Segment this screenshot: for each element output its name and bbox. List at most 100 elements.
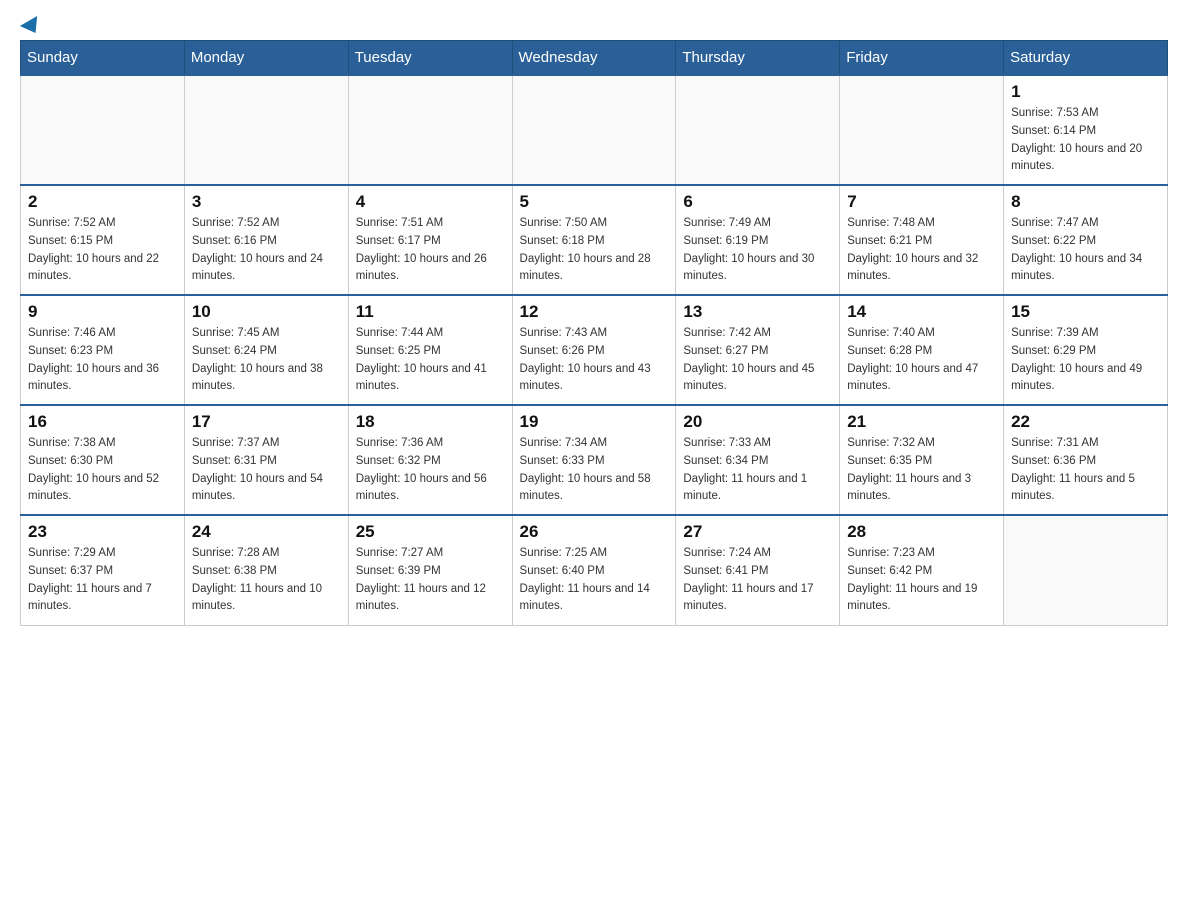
day-number: 28 [847,522,996,542]
day-info: Sunrise: 7:27 AM Sunset: 6:39 PM Dayligh… [356,545,505,616]
calendar-cell [184,75,348,185]
day-number: 7 [847,192,996,212]
calendar-cell [21,75,185,185]
calendar-week-1: 1 Sunrise: 7:53 AM Sunset: 6:14 PM Daylig… [21,75,1168,185]
calendar-cell: 6 Sunrise: 7:49 AM Sunset: 6:19 PM Daylig… [676,185,840,295]
day-number: 14 [847,302,996,322]
calendar-week-4: 16Sunrise: 7:38 AM Sunset: 6:30 PM Dayli… [21,405,1168,515]
calendar-table: SundayMondayTuesdayWednesdayThursdayFrid… [20,40,1168,626]
calendar-cell: 19 Sunrise: 7:34 AM Sunset: 6:33 PM Dayli… [512,405,676,515]
logo [20,20,44,30]
calendar-cell: 17 Sunrise: 7:37 AM Sunset: 6:31 PM Dayli… [184,405,348,515]
day-info: Sunrise: 7:23 AM Sunset: 6:42 PM Dayligh… [847,545,996,616]
day-info: Sunrise: 7:32 AM Sunset: 6:35 PM Dayligh… [847,435,996,506]
day-number: 22 [1011,412,1160,432]
day-info: Sunrise: 7:50 AM Sunset: 6:18 PM Dayligh… [520,215,669,286]
day-number: 11 [356,302,505,322]
calendar-cell: 14 Sunrise: 7:40 AM Sunset: 6:28 PM Dayli… [840,295,1004,405]
day-number: 3 [192,192,341,212]
calendar-cell: 12 Sunrise: 7:43 AM Sunset: 6:26 PM Dayli… [512,295,676,405]
day-number: 9 [28,302,177,322]
calendar-cell: 9 Sunrise: 7:46 AM Sunset: 6:23 PM Daylig… [21,295,185,405]
calendar-cell: 18 Sunrise: 7:36 AM Sunset: 6:32 PM Dayli… [348,405,512,515]
calendar-cell: 8 Sunrise: 7:47 AM Sunset: 6:22 PM Daylig… [1004,185,1168,295]
day-number: 12 [520,302,669,322]
day-info: Sunrise: 7:49 AM Sunset: 6:19 PM Dayligh… [683,215,832,286]
calendar-cell: 24 Sunrise: 7:28 AM Sunset: 6:38 PM Dayli… [184,515,348,625]
calendar-cell: 3 Sunrise: 7:52 AM Sunset: 6:16 PM Daylig… [184,185,348,295]
day-info: Sunrise: 7:53 AM Sunset: 6:14 PM Dayligh… [1011,105,1160,176]
day-number: 20 [683,412,832,432]
calendar-cell [1004,515,1168,625]
day-info: Sunrise: 7:48 AM Sunset: 6:21 PM Dayligh… [847,215,996,286]
day-number: 4 [356,192,505,212]
calendar-cell [512,75,676,185]
day-info: Sunrise: 7:37 AM Sunset: 6:31 PM Dayligh… [192,435,341,506]
day-number: 18 [356,412,505,432]
calendar-cell: 22 Sunrise: 7:31 AM Sunset: 6:36 PM Dayli… [1004,405,1168,515]
calendar-header-row: SundayMondayTuesdayWednesdayThursdayFrid… [21,41,1168,76]
calendar-cell: 28 Sunrise: 7:23 AM Sunset: 6:42 PM Dayli… [840,515,1004,625]
day-info: Sunrise: 7:44 AM Sunset: 6:25 PM Dayligh… [356,325,505,396]
day-number: 17 [192,412,341,432]
day-info: Sunrise: 7:52 AM Sunset: 6:16 PM Dayligh… [192,215,341,286]
calendar-cell: 16Sunrise: 7:38 AM Sunset: 6:30 PM Dayli… [21,405,185,515]
calendar-header-wednesday: Wednesday [512,41,676,76]
calendar-cell: 11 Sunrise: 7:44 AM Sunset: 6:25 PM Dayli… [348,295,512,405]
day-info: Sunrise: 7:25 AM Sunset: 6:40 PM Dayligh… [520,545,669,616]
calendar-cell: 4 Sunrise: 7:51 AM Sunset: 6:17 PM Daylig… [348,185,512,295]
calendar-cell: 5 Sunrise: 7:50 AM Sunset: 6:18 PM Daylig… [512,185,676,295]
calendar-header-sunday: Sunday [21,41,185,76]
day-info: Sunrise: 7:47 AM Sunset: 6:22 PM Dayligh… [1011,215,1160,286]
calendar-cell: 7 Sunrise: 7:48 AM Sunset: 6:21 PM Daylig… [840,185,1004,295]
calendar-cell: 15Sunrise: 7:39 AM Sunset: 6:29 PM Dayli… [1004,295,1168,405]
day-info: Sunrise: 7:33 AM Sunset: 6:34 PM Dayligh… [683,435,832,506]
calendar-header-friday: Friday [840,41,1004,76]
day-number: 19 [520,412,669,432]
calendar-header-saturday: Saturday [1004,41,1168,76]
calendar-cell: 23 Sunrise: 7:29 AM Sunset: 6:37 PM Dayli… [21,515,185,625]
day-number: 16 [28,412,177,432]
calendar-cell [840,75,1004,185]
day-info: Sunrise: 7:45 AM Sunset: 6:24 PM Dayligh… [192,325,341,396]
calendar-cell [676,75,840,185]
day-number: 1 [1011,82,1160,102]
day-info: Sunrise: 7:51 AM Sunset: 6:17 PM Dayligh… [356,215,505,286]
calendar-cell: 26 Sunrise: 7:25 AM Sunset: 6:40 PM Dayli… [512,515,676,625]
calendar-cell: 10 Sunrise: 7:45 AM Sunset: 6:24 PM Dayli… [184,295,348,405]
day-number: 23 [28,522,177,542]
logo-arrow-icon [20,16,44,38]
day-number: 13 [683,302,832,322]
day-number: 8 [1011,192,1160,212]
day-number: 24 [192,522,341,542]
day-info: Sunrise: 7:28 AM Sunset: 6:38 PM Dayligh… [192,545,341,616]
day-number: 5 [520,192,669,212]
calendar-header-monday: Monday [184,41,348,76]
calendar-week-5: 23 Sunrise: 7:29 AM Sunset: 6:37 PM Dayli… [21,515,1168,625]
day-number: 25 [356,522,505,542]
day-number: 10 [192,302,341,322]
day-number: 2 [28,192,177,212]
calendar-header-thursday: Thursday [676,41,840,76]
day-info: Sunrise: 7:24 AM Sunset: 6:41 PM Dayligh… [683,545,832,616]
day-number: 6 [683,192,832,212]
day-number: 26 [520,522,669,542]
day-info: Sunrise: 7:31 AM Sunset: 6:36 PM Dayligh… [1011,435,1160,506]
day-info: Sunrise: 7:40 AM Sunset: 6:28 PM Dayligh… [847,325,996,396]
calendar-cell: 13 Sunrise: 7:42 AM Sunset: 6:27 PM Dayli… [676,295,840,405]
calendar-cell: 21 Sunrise: 7:32 AM Sunset: 6:35 PM Dayli… [840,405,1004,515]
calendar-cell: 20 Sunrise: 7:33 AM Sunset: 6:34 PM Dayli… [676,405,840,515]
calendar-cell [348,75,512,185]
day-info: Sunrise: 7:46 AM Sunset: 6:23 PM Dayligh… [28,325,177,396]
day-info: Sunrise: 7:42 AM Sunset: 6:27 PM Dayligh… [683,325,832,396]
calendar-week-2: 2Sunrise: 7:52 AM Sunset: 6:15 PM Daylig… [21,185,1168,295]
page-header [20,20,1168,30]
calendar-header-tuesday: Tuesday [348,41,512,76]
calendar-cell: 1 Sunrise: 7:53 AM Sunset: 6:14 PM Daylig… [1004,75,1168,185]
day-info: Sunrise: 7:29 AM Sunset: 6:37 PM Dayligh… [28,545,177,616]
day-info: Sunrise: 7:43 AM Sunset: 6:26 PM Dayligh… [520,325,669,396]
day-number: 21 [847,412,996,432]
day-info: Sunrise: 7:34 AM Sunset: 6:33 PM Dayligh… [520,435,669,506]
day-info: Sunrise: 7:36 AM Sunset: 6:32 PM Dayligh… [356,435,505,506]
day-info: Sunrise: 7:39 AM Sunset: 6:29 PM Dayligh… [1011,325,1160,396]
